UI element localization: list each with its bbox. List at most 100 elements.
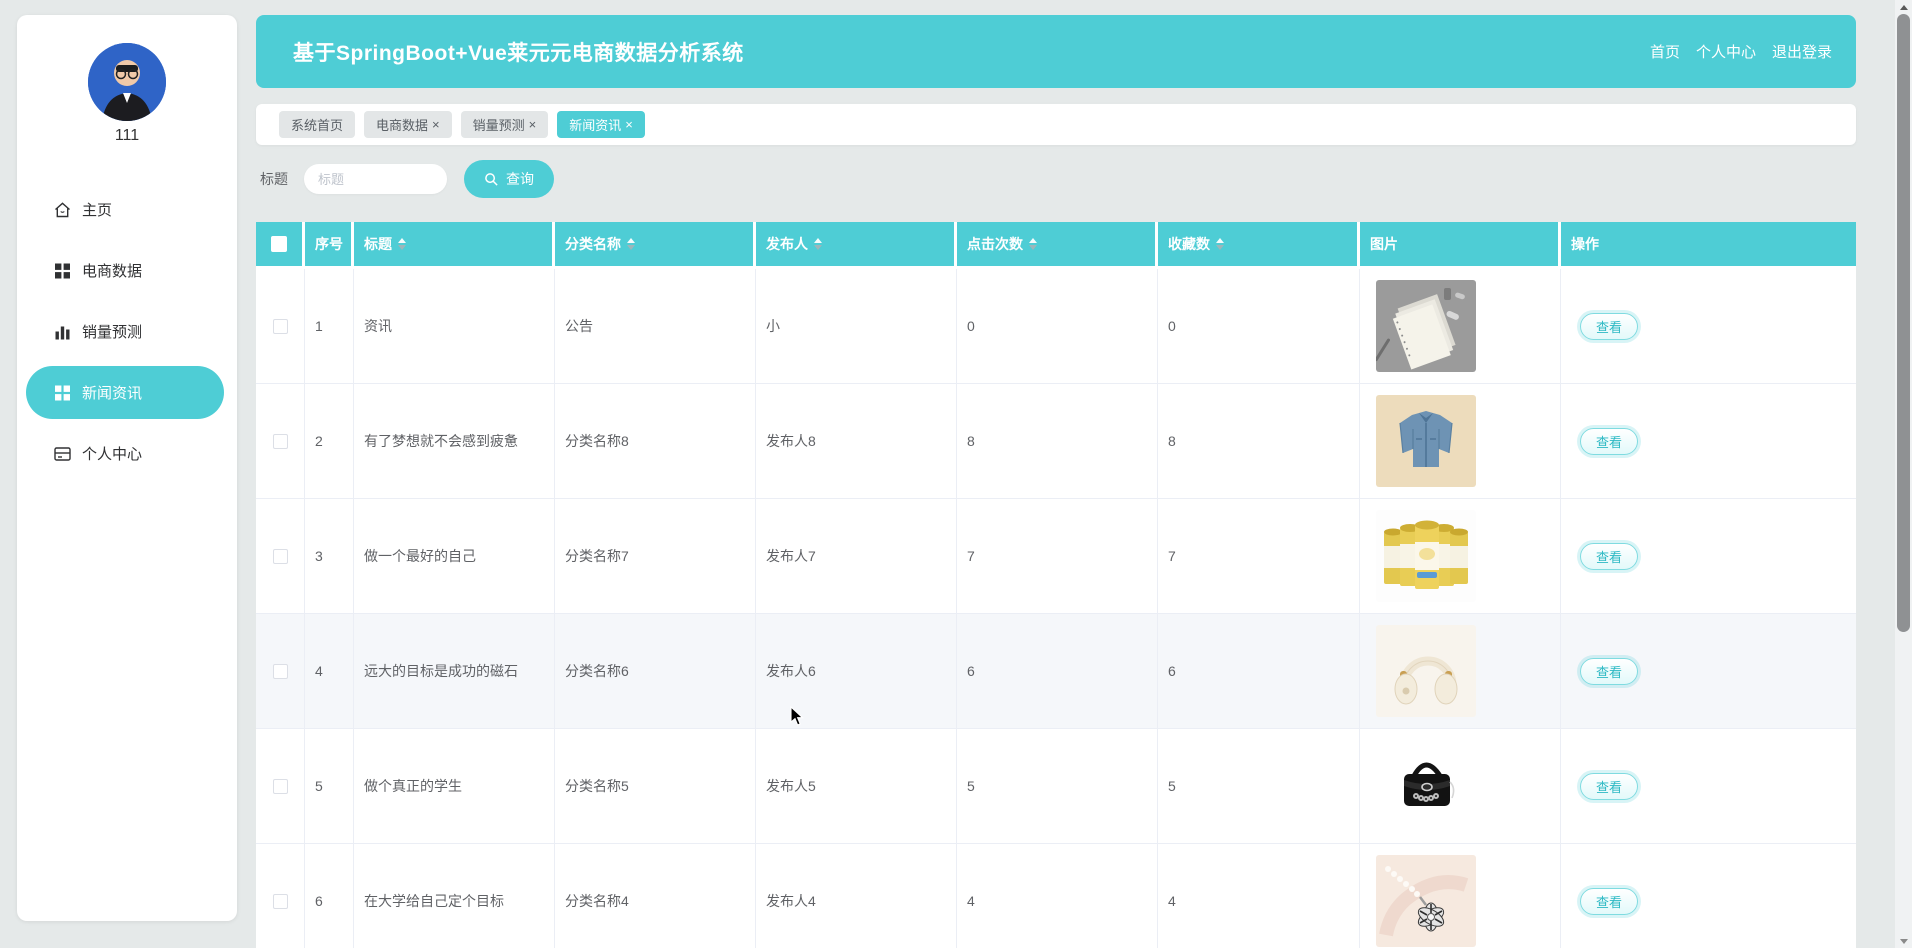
news-table-body: 1资讯公告小00查看2有了梦想就不会感到疲惫分类名称8发布人888查看3做一个最… (256, 269, 1856, 948)
grid-icon (53, 261, 72, 280)
tab-3[interactable]: 销量预测× (461, 111, 549, 138)
tab-close-icon[interactable]: × (529, 118, 537, 131)
sidebar-item-2[interactable]: 电商数据 (26, 244, 224, 297)
cell-favorites: 5 (1158, 729, 1360, 844)
cell-publisher: 发布人5 (756, 729, 957, 844)
cell-favorites: 8 (1158, 384, 1360, 499)
cell-image (1360, 844, 1561, 948)
cell-action: 查看 (1561, 614, 1856, 729)
cell-publisher: 发布人7 (756, 499, 957, 614)
scrollbar-down-arrow-icon[interactable] (1895, 934, 1912, 948)
tab-label: 新闻资讯 (569, 115, 621, 134)
tab-bar: 系统首页电商数据×销量预测×新闻资讯× (256, 104, 1856, 145)
cell-title: 做个真正的学生 (354, 729, 555, 844)
row-checkbox[interactable] (273, 319, 288, 334)
search-bar: 标题 查询 (256, 160, 1856, 198)
row-select-cell (256, 614, 305, 729)
product-image-milk-cans (1376, 510, 1476, 602)
cell-index: 4 (305, 614, 354, 729)
nav-link-profile[interactable]: 个人中心 (1696, 41, 1756, 62)
cell-category: 公告 (555, 269, 756, 384)
cell-action: 查看 (1561, 499, 1856, 614)
cell-clicks: 8 (957, 384, 1158, 499)
table-row: 3做一个最好的自己分类名称7发布人777查看 (256, 499, 1856, 614)
table-row: 4远大的目标是成功的磁石分类名称6发布人666查看 (256, 614, 1856, 729)
scrollbar-thumb[interactable] (1897, 14, 1910, 632)
tab-label: 电商数据 (376, 115, 428, 134)
tab-2[interactable]: 电商数据 × (364, 111, 452, 138)
product-image-denim-jacket (1376, 395, 1476, 487)
cell-action: 查看 (1561, 729, 1856, 844)
tab-close-icon[interactable]: × (625, 118, 633, 131)
column-header-label: 操作 (1571, 234, 1599, 254)
cell-clicks: 4 (957, 844, 1158, 948)
cell-title: 资讯 (354, 269, 555, 384)
row-checkbox[interactable] (273, 894, 288, 909)
nav-link-logout[interactable]: 退出登录 (1772, 41, 1832, 62)
nav-link-home[interactable]: 首页 (1650, 41, 1680, 62)
view-button[interactable]: 查看 (1580, 543, 1638, 570)
tab-4[interactable]: 新闻资讯 × (557, 111, 645, 138)
row-select-cell (256, 729, 305, 844)
sort-carets-icon[interactable] (814, 238, 822, 250)
column-header-6: 收藏数 (1158, 222, 1360, 266)
column-header-label: 标题 (364, 234, 392, 254)
tab-close-icon[interactable]: × (432, 118, 440, 131)
search-button[interactable]: 查询 (464, 160, 554, 198)
table-row: 6在大学给自己定个目标分类名称4发布人444查看 (256, 844, 1856, 948)
row-checkbox[interactable] (273, 664, 288, 679)
column-header-4: 发布人 (756, 222, 957, 266)
scrollbar-track[interactable] (1895, 0, 1912, 948)
search-input[interactable] (304, 164, 447, 194)
cell-action: 查看 (1561, 844, 1856, 948)
row-checkbox[interactable] (273, 434, 288, 449)
table-row: 1资讯公告小00查看 (256, 269, 1856, 384)
row-select-cell (256, 384, 305, 499)
sidebar-item-label: 电商数据 (82, 260, 142, 281)
cell-publisher: 发布人6 (756, 614, 957, 729)
sort-carets-icon[interactable] (1029, 238, 1037, 250)
table-header-row: 序号标题分类名称发布人点击次数收藏数图片操作 (256, 222, 1856, 269)
grid-icon (53, 383, 72, 402)
cell-favorites: 0 (1158, 269, 1360, 384)
sidebar-item-5[interactable]: 个人中心 (26, 427, 224, 480)
column-header-label: 点击次数 (967, 234, 1023, 254)
topbar-links: 首页 个人中心 退出登录 (1650, 41, 1832, 62)
select-all-checkbox[interactable] (271, 236, 287, 252)
view-button[interactable]: 查看 (1580, 313, 1638, 340)
row-select-cell (256, 499, 305, 614)
sidebar-item-4[interactable]: 新闻资讯 (26, 366, 224, 419)
sidebar: 111 主页电商数据销量预测新闻资讯个人中心 (17, 15, 237, 921)
column-header-2: 标题 (354, 222, 555, 266)
cell-clicks: 6 (957, 614, 1158, 729)
view-button[interactable]: 查看 (1580, 888, 1638, 915)
cell-publisher: 小 (756, 269, 957, 384)
sort-carets-icon[interactable] (398, 238, 406, 250)
view-button[interactable]: 查看 (1580, 428, 1638, 455)
cell-publisher: 发布人8 (756, 384, 957, 499)
topbar: 基于SpringBoot+Vue莱元元电商数据分析系统 首页 个人中心 退出登录 (256, 15, 1856, 88)
cell-category: 分类名称6 (555, 614, 756, 729)
sidebar-item-label: 销量预测 (82, 321, 142, 342)
sidebar-item-1[interactable]: 主页 (26, 183, 224, 236)
view-button[interactable]: 查看 (1580, 773, 1638, 800)
page-title: 基于SpringBoot+Vue莱元元电商数据分析系统 (293, 37, 744, 67)
sort-carets-icon[interactable] (1216, 238, 1224, 250)
cell-title: 远大的目标是成功的磁石 (354, 614, 555, 729)
tab-1[interactable]: 系统首页 (279, 111, 355, 138)
sidebar-item-label: 新闻资讯 (82, 382, 142, 403)
product-image-necklace (1376, 855, 1476, 947)
row-checkbox[interactable] (273, 779, 288, 794)
row-checkbox[interactable] (273, 549, 288, 564)
view-button[interactable]: 查看 (1580, 658, 1638, 685)
sidebar-item-label: 个人中心 (82, 443, 142, 464)
cell-index: 2 (305, 384, 354, 499)
scrollbar-up-arrow-icon[interactable] (1895, 0, 1912, 14)
cell-image (1360, 729, 1561, 844)
search-button-label: 查询 (506, 169, 534, 189)
sidebar-item-3[interactable]: 销量预测 (26, 305, 224, 358)
cell-image (1360, 384, 1561, 499)
card-icon (53, 444, 72, 463)
sort-carets-icon[interactable] (627, 238, 635, 250)
product-image-notebooks (1376, 280, 1476, 372)
